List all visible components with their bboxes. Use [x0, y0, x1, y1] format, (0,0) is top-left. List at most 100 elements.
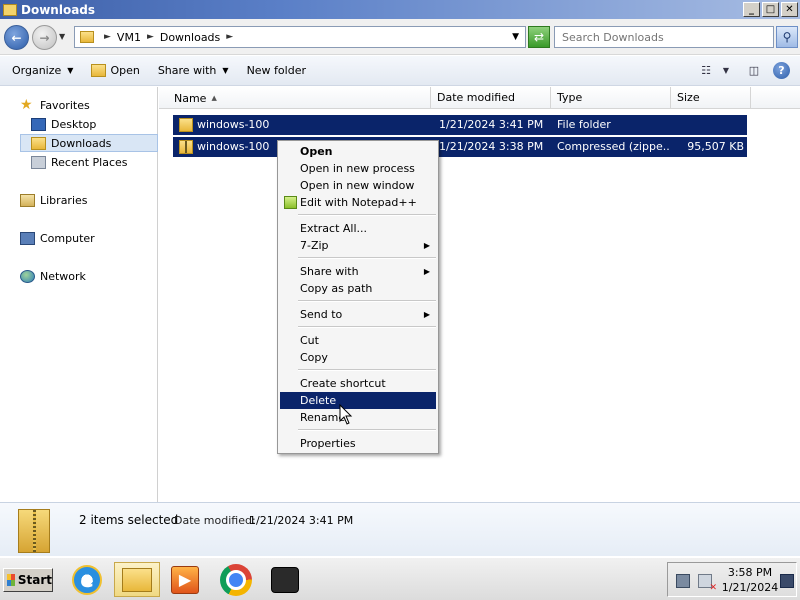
change-view-icon[interactable]: ☷	[697, 61, 715, 79]
breadcrumb-vm1[interactable]: VM1	[117, 31, 141, 44]
menu-item-delete[interactable]: Delete	[280, 392, 436, 409]
breadcrumb-downloads[interactable]: Downloads	[160, 31, 220, 44]
new-folder-button[interactable]: New folder	[247, 64, 306, 77]
menu-item-share-with[interactable]: Share with ▶	[280, 263, 436, 280]
file-type: Compressed (zippe...	[557, 140, 669, 153]
selection-count: 2 items selected	[79, 513, 179, 527]
address-bar[interactable]: ► VM1 ► Downloads ► ▼	[74, 26, 526, 48]
date-modified-value: 1/21/2024 3:41 PM	[249, 514, 354, 527]
open-folder-icon	[91, 64, 107, 77]
breadcrumb-separator-icon[interactable]: ►	[147, 32, 154, 42]
nav-favorites-label: Favorites	[40, 98, 90, 112]
forward-button[interactable]: →	[32, 25, 57, 50]
menu-item-open-new-process[interactable]: Open in new process	[280, 160, 436, 177]
nav-libraries[interactable]: Libraries	[20, 191, 88, 209]
file-list: Name ▲ Date modified Type Size windows-10…	[159, 87, 800, 502]
file-row[interactable]: windows-100 1/21/2024 3:41 PM File folde…	[173, 115, 747, 135]
column-header-date[interactable]: Date modified	[431, 87, 551, 109]
open-label: Open	[110, 64, 140, 77]
chevron-down-icon: ▼	[222, 66, 229, 75]
clock-date: 1/21/2024	[721, 581, 779, 594]
system-tray: 3:58 PM 1/21/2024	[667, 562, 797, 597]
media-player-taskbar-button[interactable]: ▶	[166, 562, 204, 597]
nav-favorites[interactable]: ★ Favorites	[20, 96, 90, 114]
organize-label: Organize	[12, 64, 62, 77]
window-title: Downloads	[21, 2, 96, 17]
submenu-arrow-icon: ▶	[423, 241, 430, 250]
menu-item-extract-all[interactable]: Extract All...	[280, 220, 436, 237]
new-folder-label: New folder	[246, 64, 306, 77]
open-button[interactable]: Open	[91, 64, 140, 77]
file-name: windows-100	[197, 118, 270, 131]
organize-button[interactable]: Organize ▼	[12, 64, 73, 77]
network-status-icon[interactable]	[676, 574, 690, 588]
clock-time: 3:58 PM	[727, 566, 773, 579]
help-icon[interactable]: ?	[773, 61, 790, 79]
chrome-taskbar-button[interactable]	[217, 562, 255, 597]
star-icon: ★	[20, 96, 33, 113]
menu-item-create-shortcut[interactable]: Create shortcut	[280, 375, 436, 392]
recent-places-icon	[31, 155, 46, 169]
breadcrumb-separator-icon[interactable]: ►	[104, 32, 111, 42]
file-date: 1/21/2024 3:41 PM	[439, 118, 544, 131]
menu-item-send-to-label: Send to	[300, 308, 343, 321]
column-header-name[interactable]: Name ▲	[168, 87, 431, 109]
internet-explorer-icon: e	[72, 564, 102, 595]
minimize-button[interactable]: _	[743, 2, 760, 17]
menu-item-edit-notepad[interactable]: Edit with Notepad++	[280, 194, 436, 211]
chrome-icon	[220, 563, 252, 596]
nav-computer[interactable]: Computer	[20, 229, 95, 247]
explorer-taskbar-button[interactable]	[114, 562, 160, 597]
search-input[interactable]	[554, 26, 774, 48]
menu-item-cut[interactable]: Cut	[280, 332, 436, 349]
menu-item-copy-as-path[interactable]: Copy as path	[280, 280, 436, 297]
maximize-button[interactable]: □	[762, 2, 779, 17]
menu-item-7zip[interactable]: 7-Zip ▶	[280, 237, 436, 254]
show-desktop-icon[interactable]	[780, 574, 794, 588]
media-player-icon: ▶	[171, 565, 199, 594]
menu-item-rename[interactable]: Rename	[280, 409, 436, 426]
title-bar: Downloads _ □ ✕	[0, 0, 800, 19]
navigation-pane: ★ Favorites Desktop Downloads Recent Pla…	[0, 87, 158, 502]
column-header-type[interactable]: Type	[551, 87, 671, 109]
address-row: ← → ▼ ► VM1 ► Downloads ► ▼ ⇄ ⚲	[0, 19, 800, 55]
internet-explorer-taskbar-button[interactable]: e	[68, 562, 106, 597]
network-icon	[20, 269, 35, 283]
column-header-name-label: Name	[174, 92, 207, 105]
recent-pages-dropdown[interactable]: ▼	[59, 32, 65, 41]
start-button[interactable]: Start	[3, 568, 53, 592]
volume-muted-icon[interactable]	[698, 574, 717, 593]
menu-item-send-to[interactable]: Send to ▶	[280, 306, 436, 323]
clock[interactable]: 3:58 PM 1/21/2024	[720, 565, 780, 595]
desktop-icon	[31, 117, 46, 131]
back-button[interactable]: ←	[4, 25, 29, 50]
menu-item-edit-notepad-label: Edit with Notepad++	[300, 196, 417, 209]
menu-item-properties[interactable]: Properties	[280, 435, 436, 452]
preview-pane-icon[interactable]: ◫	[745, 61, 763, 79]
refresh-button[interactable]: ⇄	[528, 26, 550, 48]
terminal-taskbar-button[interactable]	[266, 562, 304, 597]
share-with-button[interactable]: Share with ▼	[158, 64, 229, 77]
menu-item-open[interactable]: Open	[280, 143, 436, 160]
nav-recent-label: Recent Places	[51, 155, 128, 169]
search-icon[interactable]: ⚲	[776, 26, 798, 48]
file-row[interactable]: windows-100 1/21/2024 3:38 PM Compressed…	[173, 137, 747, 157]
menu-separator	[298, 214, 436, 216]
menu-item-copy[interactable]: Copy	[280, 349, 436, 366]
column-header-size[interactable]: Size	[671, 87, 751, 109]
close-button[interactable]: ✕	[781, 2, 798, 17]
date-modified-label: Date modified:	[174, 514, 256, 527]
windows-logo-icon	[7, 574, 15, 586]
nav-desktop[interactable]: Desktop	[31, 115, 96, 133]
sort-ascending-icon: ▲	[211, 94, 217, 102]
computer-icon	[20, 231, 35, 245]
menu-item-open-new-window[interactable]: Open in new window	[280, 177, 436, 194]
nav-recent-places[interactable]: Recent Places	[31, 153, 128, 171]
address-dropdown-icon[interactable]: ▼	[512, 32, 519, 42]
breadcrumb-separator-icon[interactable]: ►	[226, 32, 233, 42]
file-size	[669, 115, 744, 135]
nav-network[interactable]: Network	[20, 267, 86, 285]
view-dropdown-icon[interactable]: ▼	[717, 61, 735, 79]
nav-downloads[interactable]: Downloads	[31, 134, 111, 152]
menu-separator	[298, 429, 436, 431]
